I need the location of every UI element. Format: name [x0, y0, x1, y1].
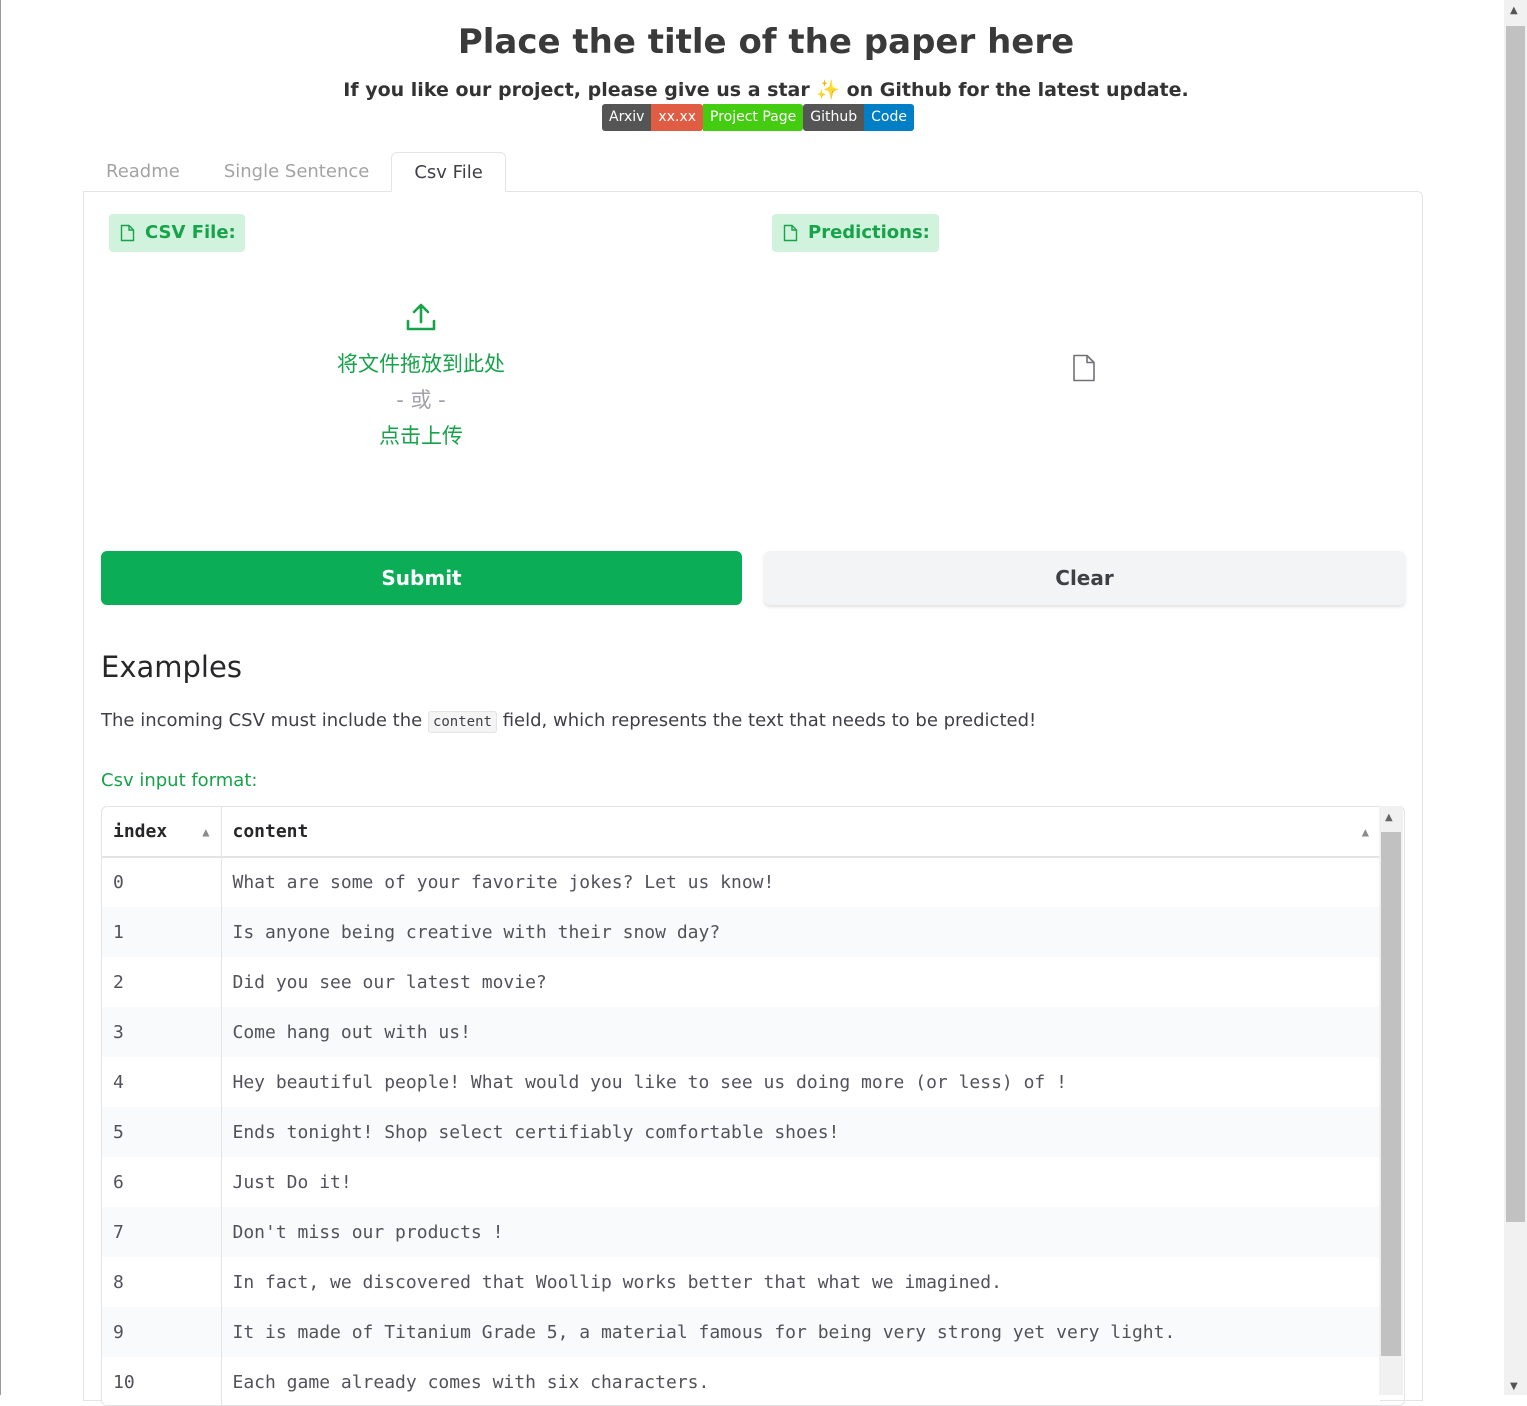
page-title: Place the title of the paper here — [457, 22, 1075, 62]
table-row[interactable]: 8 In fact, we discovered that Woollip wor… — [102, 1257, 1380, 1307]
cell-content[interactable]: Don't miss our products ! — [221, 1207, 1380, 1257]
tab-bar: Readme Single Sentence Csv File — [84, 152, 506, 192]
scroll-up-icon[interactable]: ▲ — [1385, 812, 1393, 823]
arxiv-badge-label[interactable]: Arxiv — [602, 104, 652, 131]
table-row[interactable]: 1 Is anyone being creative with their sno… — [102, 907, 1380, 957]
csv-file-label-text: CSV File: — [145, 222, 236, 243]
cell-content[interactable]: Just Do it! — [221, 1157, 1380, 1207]
cell-index[interactable]: 2 — [102, 957, 222, 1007]
cell-content[interactable]: Hey beautiful people! What would you lik… — [221, 1057, 1380, 1107]
examples-description: The incoming CSV must include the conten… — [101, 710, 1037, 733]
cell-content[interactable]: In fact, we discovered that Woollip work… — [221, 1257, 1380, 1307]
project-page-badge[interactable]: Project Page — [703, 104, 804, 131]
table-row[interactable]: 3 Come hang out with us! — [102, 1007, 1380, 1057]
table-row[interactable]: 9 It is made of Titanium Grade 5, a mater… — [102, 1307, 1380, 1357]
cell-index[interactable]: 0 — [102, 857, 222, 907]
drop-text: 将文件拖放到此处 — [337, 352, 505, 376]
table-row[interactable]: 10 Each game already comes with six chara… — [102, 1357, 1380, 1405]
file-drop-zone[interactable]: 将文件拖放到此处 - 或 - 点击上传 — [251, 300, 591, 450]
table-scroll-thumb[interactable] — [1381, 832, 1401, 1356]
csv-file-label: CSV File: — [109, 214, 245, 252]
desc-before: The incoming CSV must include the — [101, 710, 423, 731]
sort-icon[interactable]: ▲ — [1362, 825, 1369, 839]
cell-index[interactable]: 8 — [102, 1257, 222, 1307]
cell-content[interactable]: Ends tonight! Shop select certifiably co… — [221, 1107, 1380, 1157]
examples-heading: Examples — [101, 650, 242, 684]
file-icon — [120, 224, 135, 242]
table-row[interactable]: 5 Ends tonight! Shop select certifiably c… — [102, 1107, 1380, 1157]
page-subtitle: If you like our project, please give us … — [343, 79, 1189, 101]
github-badge-value[interactable]: Code — [864, 104, 914, 131]
file-icon — [783, 224, 798, 242]
cell-content[interactable]: What are some of your favorite jokes? Le… — [221, 857, 1380, 907]
csv-format-label: Csv input format: — [101, 770, 258, 791]
cell-index[interactable]: 9 — [102, 1307, 222, 1357]
table-row[interactable]: 7 Don't miss our products ! — [102, 1207, 1380, 1257]
cell-index[interactable]: 6 — [102, 1157, 222, 1207]
tab-csv-file[interactable]: Csv File — [391, 152, 506, 192]
column-header-content[interactable]: content ▲ — [221, 807, 1380, 858]
cell-index[interactable]: 5 — [102, 1107, 222, 1157]
badge-row: Arxiv xx.xx Project Page Github Code — [602, 104, 914, 131]
cell-index[interactable]: 7 — [102, 1207, 222, 1257]
predictions-label-text: Predictions: — [808, 222, 930, 243]
page-scrollbar[interactable]: ▲ ▼ — [1504, 0, 1527, 1395]
examples-table: index ▲ content ▲ 0 What are some of your f… — [101, 806, 1405, 1406]
click-upload-text[interactable]: 点击上传 — [251, 420, 591, 450]
clear-button[interactable]: Clear — [764, 551, 1405, 605]
page-scroll-thumb[interactable] — [1506, 26, 1525, 1222]
cell-content[interactable]: Come hang out with us! — [221, 1007, 1380, 1057]
table-row[interactable]: 2 Did you see our latest movie? — [102, 957, 1380, 1007]
tab-readme[interactable]: Readme — [84, 152, 202, 192]
sort-icon[interactable]: ▲ — [202, 825, 209, 839]
table-row[interactable]: 4 Hey beautiful people! What would you li… — [102, 1057, 1380, 1107]
github-badge-label[interactable]: Github — [803, 104, 865, 131]
scroll-up-icon[interactable]: ▲ — [1510, 5, 1518, 16]
tab-single-sentence[interactable]: Single Sentence — [202, 152, 391, 192]
submit-button[interactable]: Submit — [101, 551, 742, 605]
content-field-code: content — [427, 711, 497, 733]
table-row[interactable]: 6 Just Do it! — [102, 1157, 1380, 1207]
or-text: - 或 - — [396, 388, 446, 412]
empty-file-icon — [1073, 354, 1095, 382]
cell-content[interactable]: Is anyone being creative with their snow… — [221, 907, 1380, 957]
cell-index[interactable]: 10 — [102, 1357, 222, 1405]
cell-index[interactable]: 1 — [102, 907, 222, 957]
cell-content[interactable]: It is made of Titanium Grade 5, a materi… — [221, 1307, 1380, 1357]
predictions-label: Predictions: — [772, 214, 939, 252]
cell-index[interactable]: 4 — [102, 1057, 222, 1107]
arxiv-badge-value[interactable]: xx.xx — [651, 104, 704, 131]
upload-icon — [406, 303, 436, 331]
table-row[interactable]: 0 What are some of your favorite jokes? L… — [102, 857, 1380, 907]
cell-content[interactable]: Each game already comes with six charact… — [221, 1357, 1380, 1405]
desc-after: field, which represents the text that ne… — [502, 710, 1037, 731]
column-header-index[interactable]: index ▲ — [102, 807, 222, 858]
scroll-down-icon[interactable]: ▼ — [1510, 1381, 1518, 1392]
cell-index[interactable]: 3 — [102, 1007, 222, 1057]
table-scrollbar[interactable]: ▲ — [1379, 806, 1403, 1395]
cell-content[interactable]: Did you see our latest movie? — [221, 957, 1380, 1007]
